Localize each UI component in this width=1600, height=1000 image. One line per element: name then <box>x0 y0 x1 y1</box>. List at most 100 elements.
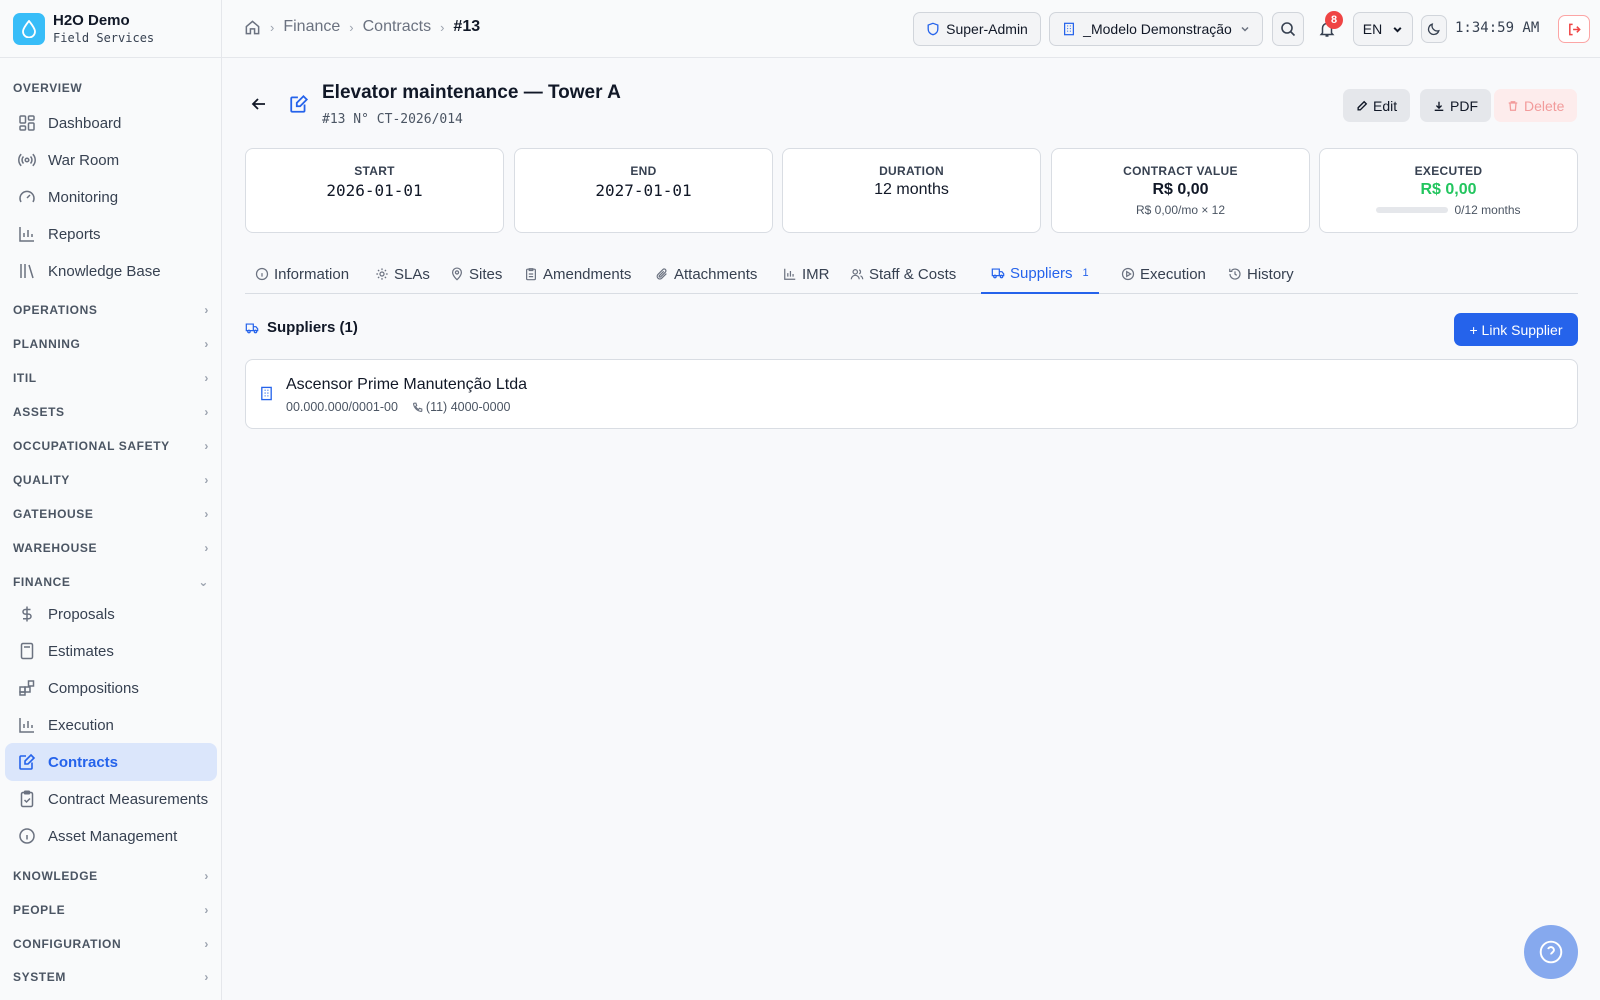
calculator-icon <box>20 642 34 660</box>
phone-icon <box>412 402 423 412</box>
sidebar: H2O Demo Field Services OVERVIEW Dashboa… <box>0 0 222 1000</box>
nav-section-configuration[interactable]: CONFIGURATION › <box>13 937 209 951</box>
sidebar-item-label: Reports <box>48 225 101 243</box>
nav-section-warehouse[interactable]: WAREHOUSE › <box>13 541 209 555</box>
stat-label: END <box>630 164 657 178</box>
role-label: Super-Admin <box>946 21 1028 37</box>
download-icon <box>1434 101 1444 111</box>
breadcrumb-separator: › <box>440 19 445 35</box>
logout-icon <box>1568 23 1581 35</box>
pencil-icon <box>1357 100 1368 111</box>
bar-chart-icon <box>19 718 34 733</box>
tab-suppliers[interactable]: Suppliers 1 <box>981 254 1099 294</box>
sidebar-item-asset-management[interactable]: Asset Management <box>5 817 217 855</box>
contract-number: #13 N° CT-2026/014 <box>322 112 463 127</box>
sidebar-item-contracts[interactable]: Contracts <box>5 743 217 781</box>
nav-section-gatehouse[interactable]: GATEHOUSE › <box>13 507 209 521</box>
nav-section-knowledge[interactable]: KNOWLEDGE › <box>13 869 209 883</box>
breadcrumb-current: #13 <box>453 18 481 35</box>
chevron-down-icon <box>1393 26 1402 33</box>
chevron-right-icon: › <box>204 937 209 951</box>
stat-label: EXECUTED <box>1414 164 1483 178</box>
role-badge[interactable]: Super-Admin <box>913 12 1041 46</box>
sidebar-item-knowledge-base[interactable]: Knowledge Base <box>5 252 217 290</box>
company-selector[interactable]: _Modelo Demonstração <box>1049 12 1263 46</box>
history-icon <box>1229 268 1241 280</box>
file-edit-icon <box>19 753 36 770</box>
library-icon <box>20 264 34 279</box>
topbar: › Finance › Contracts › #13 Super-Admin … <box>222 0 1600 58</box>
sidebar-item-estimates[interactable]: Estimates <box>5 632 217 670</box>
sidebar-item-label: Dashboard <box>48 114 122 132</box>
breadcrumb-finance[interactable]: Finance <box>283 18 340 36</box>
truck-icon <box>991 268 1005 279</box>
search-button[interactable] <box>1272 12 1304 46</box>
clipboard-icon <box>526 268 536 281</box>
nav-section-planning[interactable]: PLANNING › <box>13 337 209 351</box>
theme-toggle[interactable] <box>1421 15 1447 43</box>
nav-section-quality[interactable]: QUALITY › <box>13 473 209 487</box>
link-supplier-button[interactable]: + Link Supplier <box>1454 313 1578 346</box>
home-icon[interactable] <box>244 19 261 36</box>
nav-section-system[interactable]: SYSTEM › <box>13 970 209 984</box>
supplier-meta: 00.000.000/0001-00 (11) 4000-0000 <box>286 400 510 414</box>
back-button[interactable] <box>250 95 268 113</box>
logout-button[interactable] <box>1558 15 1590 43</box>
sidebar-item-monitoring[interactable]: Monitoring <box>5 178 217 216</box>
sidebar-item-label: Proposals <box>48 605 115 623</box>
bar-chart-icon <box>784 268 796 280</box>
breadcrumb-contracts[interactable]: Contracts <box>363 18 431 36</box>
nav-section-assets[interactable]: ASSETS › <box>13 405 209 419</box>
tab-imr[interactable]: IMR <box>773 254 840 294</box>
sidebar-item-reports[interactable]: Reports <box>5 215 217 253</box>
sidebar-item-execution[interactable]: Execution <box>5 706 217 744</box>
progress-track <box>1376 207 1449 213</box>
building-icon <box>259 386 274 401</box>
sidebar-item-dashboard[interactable]: Dashboard <box>5 104 217 142</box>
brand[interactable]: H2O Demo Field Services <box>0 0 221 58</box>
tab-execution[interactable]: Execution <box>1111 254 1216 294</box>
nav-section-itil[interactable]: ITIL › <box>13 371 209 385</box>
sidebar-item-war-room[interactable]: War Room <box>5 141 217 179</box>
tab-information[interactable]: Information <box>245 254 359 294</box>
sidebar-item-label: War Room <box>48 151 120 169</box>
sidebar-item-proposals[interactable]: Proposals <box>5 595 217 633</box>
nav-section-people[interactable]: PEOPLE › <box>13 903 209 917</box>
file-edit-icon <box>289 94 309 114</box>
sidebar-item-label: Estimates <box>48 642 114 660</box>
tab-slas[interactable]: SLAs <box>365 254 440 294</box>
tab-attachments[interactable]: Attachments <box>645 254 767 294</box>
gauge-icon <box>19 190 35 203</box>
edit-button[interactable]: Edit <box>1343 89 1411 122</box>
notification-count-badge: 8 <box>1325 11 1343 29</box>
water-drop-icon <box>13 12 45 45</box>
tab-amendments[interactable]: Amendments <box>514 254 641 294</box>
help-button[interactable] <box>1524 925 1578 979</box>
breadcrumb-separator: › <box>349 19 354 35</box>
suppliers-heading: Suppliers (1) <box>245 319 358 336</box>
tab-count-badge: 1 <box>1082 267 1089 279</box>
stat-value: 2026-01-01 <box>326 181 423 200</box>
supplier-card[interactable]: Ascensor Prime Manutenção Ltda 00.000.00… <box>245 359 1578 429</box>
nav-section-finance[interactable]: FINANCE ⌄ <box>13 575 209 589</box>
sidebar-item-contract-measurements[interactable]: Contract Measurements <box>5 780 217 818</box>
tab-sites[interactable]: Sites <box>440 254 512 294</box>
bar-chart-icon <box>19 227 34 242</box>
nav-section-occupational-safety[interactable]: OCCUPATIONAL SAFETY › <box>13 439 209 453</box>
sidebar-item-compositions[interactable]: Compositions <box>5 669 217 707</box>
building-icon <box>1064 22 1075 36</box>
trash-icon <box>1508 100 1518 111</box>
language-select[interactable]: EN <box>1353 12 1413 46</box>
paperclip-icon <box>656 268 667 280</box>
breadcrumb: › Finance › Contracts › #13 <box>244 18 480 36</box>
arrow-left-icon <box>251 98 265 110</box>
tab-history[interactable]: History <box>1218 254 1304 294</box>
stat-value: 2027-01-01 <box>595 181 692 200</box>
nav-section-operations[interactable]: OPERATIONS › <box>13 303 209 317</box>
pdf-button[interactable]: PDF <box>1420 89 1491 122</box>
brand-subtitle: Field Services <box>53 30 155 45</box>
chevron-right-icon: › <box>204 869 209 883</box>
moon-icon <box>1427 23 1440 36</box>
delete-button[interactable]: Delete <box>1494 89 1578 122</box>
tab-staff-costs[interactable]: Staff & Costs <box>840 254 966 294</box>
